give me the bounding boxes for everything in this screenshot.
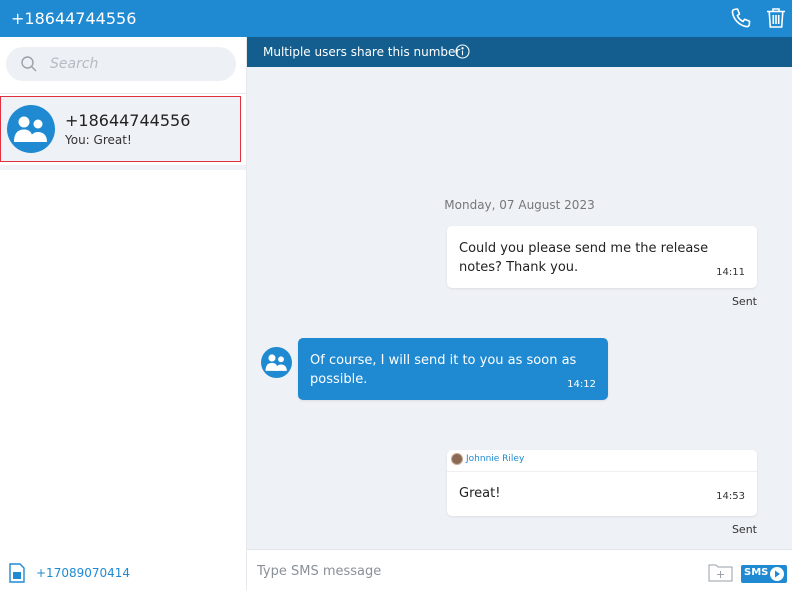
attach-file-icon[interactable]: [708, 562, 733, 582]
message-bubble-outgoing: Could you please send me the release not…: [447, 226, 757, 288]
app-header: +18644744556: [0, 0, 792, 37]
conversation-list-footer: [0, 165, 246, 170]
sender-avatar: [451, 453, 463, 465]
search-icon: [21, 56, 37, 72]
trash-icon[interactable]: [764, 6, 788, 30]
message-composer: SMS: [247, 549, 792, 590]
send-sms-button[interactable]: SMS: [741, 565, 787, 583]
bubble-divider: [447, 471, 757, 472]
message-time: 14:53: [716, 491, 745, 502]
conversation-preview: You: Great!: [65, 133, 132, 147]
message-text: Great!: [459, 486, 501, 501]
sim-card-icon: [9, 563, 25, 583]
date-separator: Monday, 07 August 2023: [444, 198, 595, 212]
message-time: 14:12: [567, 379, 596, 390]
sidebar-divider: [0, 93, 246, 94]
search-box[interactable]: [6, 47, 236, 81]
contact-avatar-icon: [261, 347, 292, 378]
search-input[interactable]: [50, 53, 220, 75]
message-text: Could you please send me the release not…: [459, 241, 709, 275]
send-button-label: SMS: [744, 567, 769, 578]
conversation-sidebar: +18644744556 You: Great! +17089070414: [0, 37, 247, 590]
message-input[interactable]: [257, 561, 677, 581]
banner-text: Multiple users share this number: [263, 45, 461, 59]
message-bubble-incoming: Of course, I will send it to you as soon…: [298, 338, 608, 400]
message-time: 14:11: [716, 267, 745, 278]
own-number-link[interactable]: +17089070414: [36, 566, 130, 580]
sender-name: Johnnie Riley: [466, 454, 525, 464]
message-status: Sent: [731, 523, 757, 536]
phone-icon[interactable]: [729, 6, 753, 30]
conversation-name: +18644744556: [65, 111, 191, 130]
message-status: Sent: [731, 295, 757, 308]
chat-panel: Multiple users share this number Monday,…: [247, 37, 792, 590]
shared-number-banner: Multiple users share this number: [247, 37, 792, 67]
group-avatar-icon: [7, 105, 55, 153]
page-title: +18644744556: [11, 9, 137, 28]
info-icon[interactable]: [455, 44, 470, 59]
message-text: Of course, I will send it to you as soon…: [310, 353, 577, 387]
message-bubble-outgoing: Johnnie Riley Great! 14:53: [447, 450, 757, 516]
conversation-item[interactable]: +18644744556 You: Great!: [0, 96, 241, 162]
send-arrow-icon: [770, 567, 784, 581]
